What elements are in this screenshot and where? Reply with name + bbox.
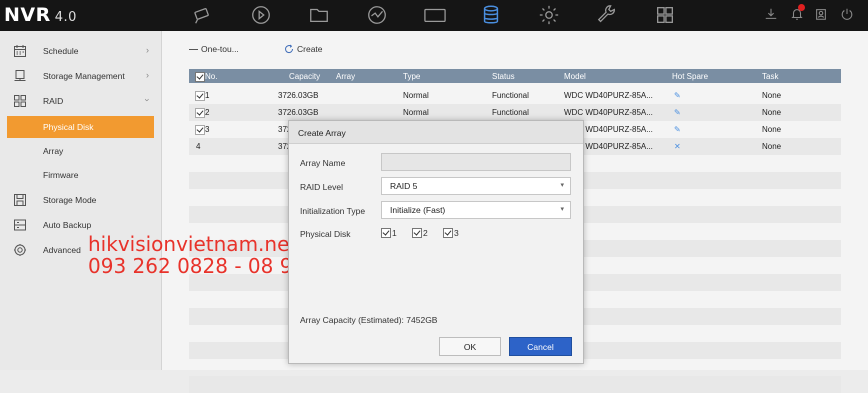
array-capacity-text: Array Capacity (Estimated): 7452GB	[300, 315, 438, 325]
array-name-input[interactable]	[381, 153, 571, 171]
power-icon[interactable]	[840, 7, 856, 23]
chevron-right-icon: ›	[146, 45, 149, 55]
row-checkbox[interactable]	[195, 91, 205, 101]
sidebar-item-storage-mode[interactable]: Storage Mode	[0, 189, 161, 211]
camera-icon[interactable]	[420, 3, 450, 27]
sidebar-item-storage-management[interactable]: Storage Management ›	[0, 65, 161, 87]
raid-level-select[interactable]: RAID 5 ▾	[381, 177, 571, 195]
storage-database-icon[interactable]	[478, 3, 504, 27]
select-all-checkbox[interactable]	[195, 72, 205, 82]
layout-grid-icon[interactable]	[652, 3, 678, 27]
dialog-title-bar: Create Array	[289, 121, 583, 144]
create-array-dialog: Create Array Array Name RAID Level RAID …	[288, 120, 584, 364]
hdd-icon	[13, 69, 27, 83]
chevron-down-icon: ›	[142, 98, 153, 102]
gear-icon	[13, 243, 27, 257]
sidebar-item-firmware[interactable]: Firmware	[0, 164, 161, 186]
app-logo: NVR 4.0	[4, 4, 77, 26]
sidebar: Schedule › Storage Management › RAID › P…	[0, 31, 162, 370]
download-icon[interactable]	[764, 7, 780, 23]
dash-icon	[189, 48, 198, 50]
disk-checkbox-3[interactable]	[443, 228, 453, 238]
user-account-icon[interactable]	[814, 7, 830, 23]
alarm-count-badge	[798, 4, 805, 11]
watermark-site-text: hikvisionvietnam.net	[88, 232, 298, 256]
create-button[interactable]: Create	[284, 44, 323, 54]
settings-gear-icon[interactable]	[536, 3, 562, 27]
row-checkbox[interactable]	[195, 108, 205, 118]
delete-icon[interactable]: ✕	[674, 142, 681, 151]
disk-checkbox-2[interactable]	[412, 228, 422, 238]
one-touch-button[interactable]: One-tou...	[189, 44, 239, 54]
dropdown-arrow-icon: ▾	[560, 182, 564, 189]
sidebar-item-physical-disk[interactable]: Physical Disk	[7, 116, 154, 138]
table-row[interactable]: 2 3726.03GB Normal Functional WDC WD40PU…	[189, 104, 841, 121]
physical-disk-selector: 1 2 3	[381, 225, 569, 241]
backup-icon	[13, 218, 27, 232]
table-header: No. Capacity Array Type Status Model Hot…	[189, 69, 841, 83]
top-navigation-bar: NVR 4.0	[0, 0, 868, 31]
table-row[interactable]: 1 3726.03GB Normal Functional WDC WD40PU…	[189, 87, 841, 104]
file-folder-icon[interactable]	[306, 3, 332, 27]
playback-icon[interactable]	[248, 3, 274, 27]
smart-analysis-icon[interactable]	[364, 3, 390, 27]
grid-icon	[13, 94, 27, 108]
dropdown-arrow-icon: ▾	[560, 206, 564, 213]
sidebar-item-array[interactable]: Array	[0, 140, 161, 162]
row-checkbox[interactable]	[195, 125, 205, 135]
cancel-button[interactable]: Cancel	[509, 337, 572, 356]
edit-icon[interactable]: ✎	[674, 125, 681, 134]
chevron-right-icon: ›	[146, 70, 149, 80]
edit-icon[interactable]: ✎	[674, 108, 681, 117]
disk-checkbox-1[interactable]	[381, 228, 391, 238]
initialization-type-select[interactable]: Initialize (Fast) ▾	[381, 201, 571, 219]
edit-icon[interactable]: ✎	[674, 91, 681, 100]
table-row-empty	[189, 376, 841, 393]
live-view-camera-icon[interactable]	[190, 3, 216, 27]
refresh-icon	[284, 44, 294, 54]
disk-icon	[13, 193, 27, 207]
ok-button[interactable]: OK	[439, 337, 501, 356]
sidebar-item-schedule[interactable]: Schedule ›	[0, 40, 161, 62]
sidebar-item-raid[interactable]: RAID ›	[0, 90, 161, 112]
maintenance-wrench-icon[interactable]	[594, 3, 620, 27]
calendar-icon	[13, 44, 27, 58]
